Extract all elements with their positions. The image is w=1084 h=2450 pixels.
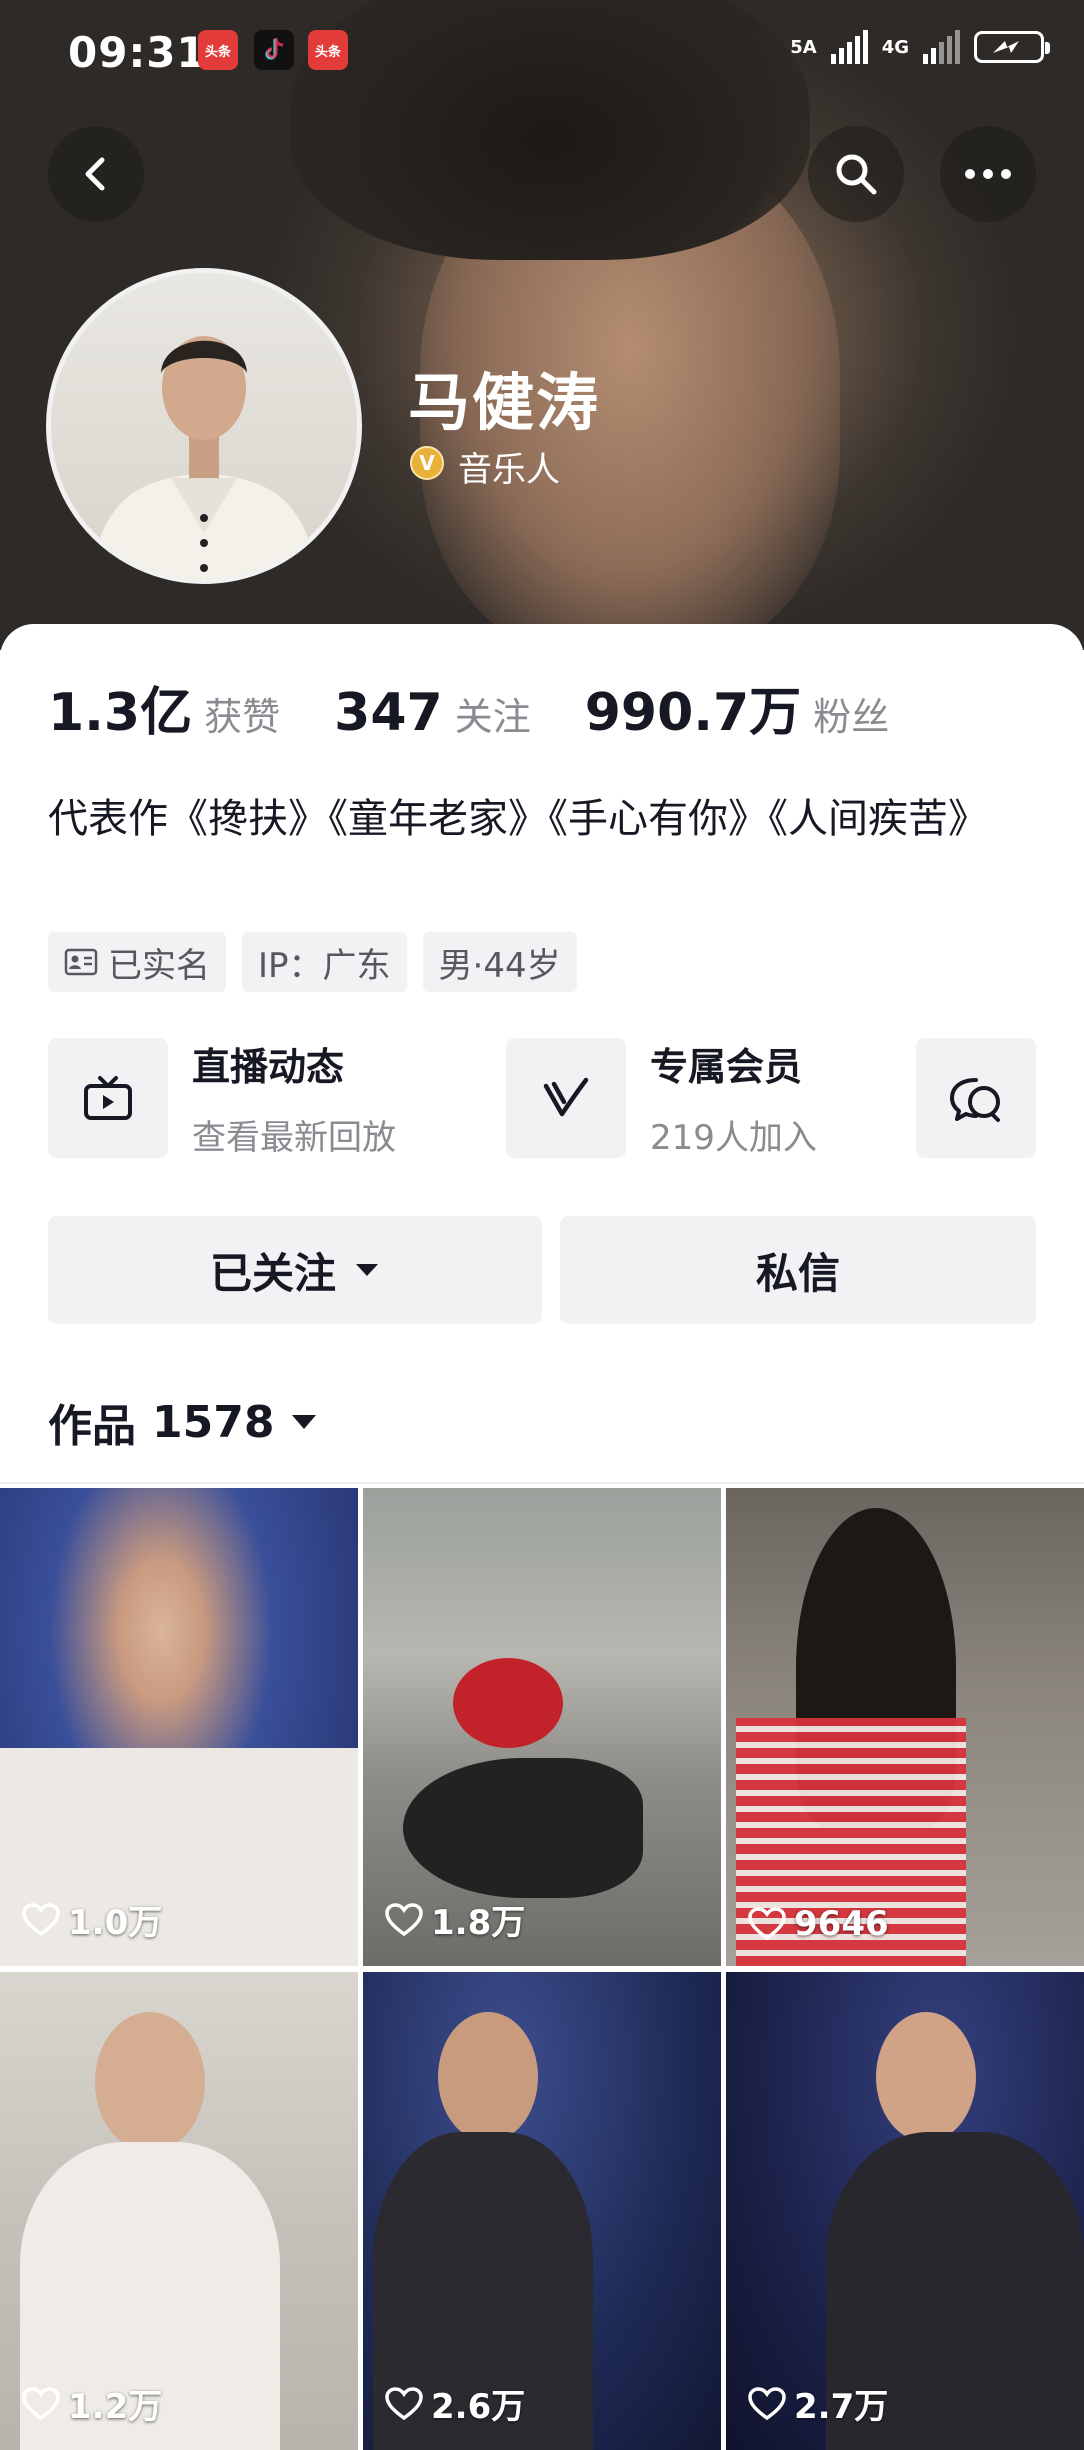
heart-icon: [385, 2386, 423, 2420]
followers-label[interactable]: 粉丝: [813, 686, 889, 741]
id-card-icon: [64, 948, 98, 976]
profile-name: 马健涛: [408, 366, 601, 439]
search-button[interactable]: [808, 126, 904, 222]
v-member-icon: [543, 1077, 589, 1117]
video-likes: 2.7万: [748, 2379, 888, 2428]
thumbnail-face: [95, 2012, 205, 2152]
signal-area: 5A 4G: [790, 30, 1050, 64]
followers-count[interactable]: 990.7万: [585, 670, 801, 745]
profile-tags: 已实名 IP：广东 男·44岁: [48, 932, 577, 992]
caret-down-icon: [356, 1264, 378, 1276]
live-card-icon-box[interactable]: [48, 1038, 168, 1158]
back-button[interactable]: [48, 126, 144, 222]
search-icon: [836, 154, 877, 195]
live-card-subtitle[interactable]: 查看最新回放: [192, 1110, 396, 1159]
member-card-subtitle[interactable]: 219人加入: [650, 1110, 817, 1159]
douyin-app-icon: [254, 30, 294, 70]
video-likes: 1.0万: [22, 1895, 162, 1944]
verified-v-icon: V: [410, 446, 444, 480]
video-likes: 1.8万: [385, 1895, 525, 1944]
heart-icon: [22, 2386, 60, 2420]
follow-button[interactable]: 已关注: [48, 1216, 542, 1324]
tv-icon: [84, 1076, 132, 1120]
works-label: 作品: [48, 1401, 136, 1452]
member-card-icon-box[interactable]: [506, 1038, 626, 1158]
stats-row: 1.3亿 获赞 347 关注 990.7万 粉丝: [48, 670, 943, 745]
video-likes-count: 1.8万: [431, 1903, 526, 1943]
more-icon: [965, 169, 1011, 179]
avatar[interactable]: [46, 268, 362, 584]
video-likes-count: 2.6万: [431, 2387, 526, 2427]
thumbnail-guitar-case: [403, 1758, 643, 1898]
status-time: 09:31: [68, 28, 207, 77]
ip-tag: IP：广东: [242, 932, 407, 992]
thumbnail-guitar: [453, 1658, 563, 1748]
signal-bars-icon-2: [923, 30, 960, 64]
following-label[interactable]: 关注: [455, 686, 531, 741]
gender-age-tag: 男·44岁: [422, 932, 577, 992]
video-thumbnail[interactable]: 2.6万: [363, 1972, 721, 2450]
thumbnail-face: [876, 2012, 976, 2142]
battery-icon: [974, 31, 1050, 63]
heart-icon: [385, 1902, 423, 1936]
back-icon: [85, 157, 105, 191]
video-likes-count: 2.7万: [794, 2387, 889, 2427]
video-thumbnail[interactable]: 1.2万: [0, 1972, 358, 2450]
heart-icon: [22, 1902, 60, 1936]
network-4g-label: 4G: [881, 36, 909, 58]
heart-icon: [748, 2386, 786, 2420]
video-likes-count: 1.0万: [68, 1903, 163, 1943]
video-thumbnail[interactable]: 1.8万: [363, 1488, 721, 1966]
toutiao-app-icon-2: 头条: [308, 30, 348, 70]
video-thumbnail[interactable]: 9646: [726, 1488, 1084, 1966]
follow-button-label: 已关注: [209, 1248, 336, 1298]
works-tab[interactable]: 作品 1578: [48, 1390, 318, 1454]
chat-icon: [950, 1078, 1000, 1122]
video-likes: 2.6万: [385, 2379, 525, 2428]
video-thumbnail[interactable]: 2.7万: [726, 1972, 1084, 2450]
video-likes: 9646: [748, 1904, 889, 1944]
video-thumbnail[interactable]: 1.0万: [0, 1488, 358, 1966]
group-chat-button[interactable]: [916, 1038, 1036, 1158]
video-likes-count: 9646: [794, 1904, 889, 1944]
thumbnail-face: [438, 2012, 538, 2142]
realname-tag: 已实名: [48, 932, 226, 992]
following-count[interactable]: 347: [334, 683, 443, 743]
message-button[interactable]: 私信: [560, 1216, 1036, 1324]
live-card-title[interactable]: 直播动态: [192, 1036, 344, 1091]
profile-bio: 代表作《搀扶》《童年老家》《手心有你》《人间疾苦》: [48, 796, 988, 842]
caret-down-icon: [292, 1415, 317, 1429]
member-card-title[interactable]: 专属会员: [650, 1036, 802, 1091]
divider: [0, 1482, 1084, 1484]
realname-label: 已实名: [108, 945, 210, 986]
video-likes-count: 1.2万: [68, 2387, 163, 2427]
likes-count: 1.3亿: [48, 683, 193, 743]
toutiao-app-icon: 头条: [198, 30, 238, 70]
profile-role: 音乐人: [458, 450, 560, 490]
likes-label: 获赞: [204, 695, 281, 739]
video-likes: 1.2万: [22, 2379, 162, 2428]
heart-icon: [748, 1907, 786, 1941]
signal-bars-icon: [830, 30, 868, 64]
network-5a-label: 5A: [790, 36, 817, 58]
works-count: 1578: [152, 1396, 275, 1448]
more-button[interactable]: [940, 126, 1036, 222]
status-bar: 09:31 头条 头条 5A 4G: [0, 0, 1084, 100]
